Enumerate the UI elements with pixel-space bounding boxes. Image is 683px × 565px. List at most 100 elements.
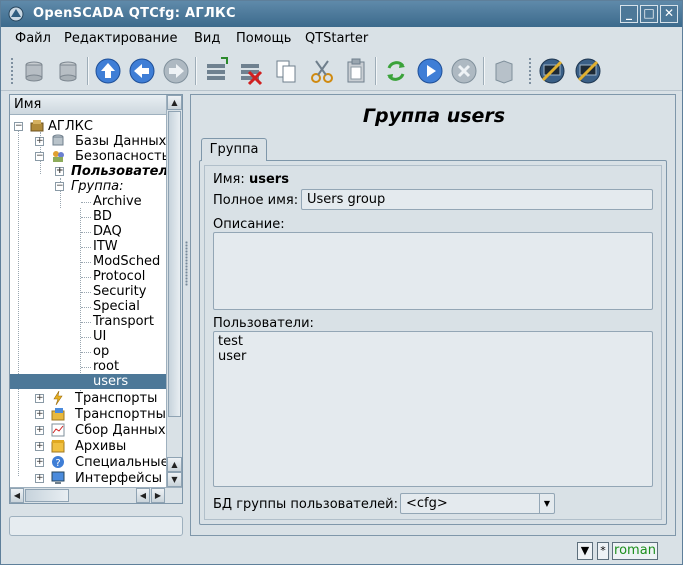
tree-node-label: Сбор Данных	[75, 423, 166, 438]
expand-icon[interactable]: +	[35, 458, 44, 467]
tree-node-group[interactable]: op	[93, 344, 109, 359]
tree-body: − АГЛКС + Базы Данных − Безопасность + П…	[10, 116, 166, 488]
delete-item-icon[interactable]	[235, 56, 265, 86]
station-icon	[30, 120, 44, 132]
tree-column-header[interactable]: Имя	[10, 95, 166, 115]
menu-view[interactable]: Вид	[194, 31, 220, 46]
collapse-icon[interactable]: −	[14, 122, 23, 131]
tree-node-group[interactable]: root	[93, 359, 119, 374]
vision-tool-icon[interactable]	[537, 56, 567, 86]
tree-guide	[81, 277, 91, 278]
tree-guide	[81, 202, 91, 203]
add-item-icon[interactable]	[201, 56, 231, 86]
tree-node-label: Группа:	[71, 179, 124, 194]
paste-icon[interactable]	[341, 56, 371, 86]
fullname-label: Полное имя:	[213, 193, 299, 208]
status-modified-indicator[interactable]: *	[597, 542, 609, 560]
tree-node-group[interactable]: Security	[93, 284, 146, 299]
expand-icon[interactable]: +	[35, 394, 44, 403]
db-save-icon[interactable]	[53, 56, 83, 86]
tree-vertical-scrollbar[interactable]: ▲ ▲ ▼	[166, 95, 182, 487]
lightning-icon	[53, 391, 63, 405]
tree-node-group[interactable]: BD	[93, 209, 112, 224]
cut-icon[interactable]	[307, 56, 337, 86]
status-message-field	[9, 516, 183, 536]
db-load-icon[interactable]	[19, 56, 49, 86]
copy-icon[interactable]	[271, 56, 301, 86]
scroll-left-button[interactable]: ◀	[10, 488, 24, 503]
toolbar-grip[interactable]	[10, 57, 14, 85]
tree-node-label: Специальные	[75, 455, 166, 470]
scroll-thumb[interactable]	[25, 489, 69, 502]
page-title: Группа users	[362, 105, 506, 127]
expand-icon[interactable]: +	[35, 426, 44, 435]
tree-guide	[81, 307, 91, 308]
description-textarea[interactable]	[213, 232, 653, 310]
tree-node-group[interactable]: Protocol	[93, 269, 145, 284]
panel-splitter[interactable]	[185, 241, 188, 286]
status-dropdown-icon[interactable]: ▼	[577, 542, 593, 560]
vision-edit-icon[interactable]	[573, 56, 603, 86]
expand-icon[interactable]: +	[35, 474, 44, 483]
scroll-up-button[interactable]: ▲	[167, 95, 182, 110]
tree-node-group-selected[interactable]: users	[10, 374, 166, 389]
description-label: Описание:	[213, 217, 285, 232]
db-select[interactable]: <cfg> ▼	[400, 493, 555, 514]
scroll-thumb[interactable]	[168, 111, 181, 417]
collapse-icon[interactable]: −	[35, 152, 44, 161]
toolbar-grip[interactable]	[528, 57, 532, 85]
scroll-up-button[interactable]: ▲	[167, 457, 182, 472]
tree-guide	[81, 337, 91, 338]
db-select-value: <cfg>	[406, 496, 448, 511]
tree-node-group[interactable]: UI	[93, 329, 106, 344]
tree-node-group[interactable]: Archive	[93, 194, 142, 209]
up-arrow-icon[interactable]	[93, 56, 123, 86]
list-item[interactable]: test	[218, 334, 648, 349]
toolbar-separator	[87, 57, 89, 85]
back-arrow-icon[interactable]	[127, 56, 157, 86]
tree-guide	[81, 247, 91, 248]
tree-guide	[80, 208, 81, 391]
expand-icon[interactable]: +	[55, 167, 64, 176]
maximize-button[interactable]: □	[640, 5, 658, 23]
navigation-tree[interactable]: Имя − АГЛКС + Базы Данных − Безопасность	[9, 94, 183, 504]
current-user-indicator[interactable]: roman	[612, 542, 658, 560]
tab-panel: Имя: users Полное имя: Users group Описа…	[199, 160, 667, 525]
close-button[interactable]: ✕	[660, 5, 678, 23]
help-book-icon[interactable]	[489, 56, 519, 86]
tree-node-label: Транспортны	[75, 407, 166, 422]
scroll-down-button[interactable]: ▼	[167, 472, 182, 487]
scroll-left-button[interactable]: ◀	[136, 488, 150, 503]
tree-node-label: Безопасность	[75, 149, 166, 164]
tree-horizontal-scrollbar[interactable]: ◀ ◀ ▶	[10, 487, 182, 503]
refresh-icon[interactable]	[381, 56, 411, 86]
minimize-button[interactable]: _	[620, 5, 638, 23]
tree-node-group[interactable]: ModSched	[93, 254, 160, 269]
tree-node-group[interactable]: Special	[93, 299, 140, 314]
menu-help[interactable]: Помощь	[236, 31, 291, 46]
tab-group[interactable]: Группа	[201, 138, 267, 161]
menu-bar: Файл Редактирование Вид Помощь QTStarter	[1, 28, 682, 50]
users-list[interactable]: test user	[213, 331, 653, 487]
scroll-right-button[interactable]: ▶	[151, 488, 165, 503]
tree-node-group[interactable]: DAQ	[93, 224, 122, 239]
menu-qtstarter[interactable]: QTStarter	[305, 31, 368, 46]
stop-icon[interactable]	[449, 56, 479, 86]
tree-node-group[interactable]: ITW	[93, 239, 118, 254]
openscada-app-icon[interactable]	[7, 5, 25, 23]
fullname-field[interactable]: Users group	[301, 189, 653, 210]
forward-arrow-icon[interactable]	[161, 56, 191, 86]
expand-icon[interactable]: +	[35, 137, 44, 146]
list-item[interactable]: user	[218, 349, 648, 364]
collapse-icon[interactable]: −	[55, 182, 64, 191]
tree-node-group[interactable]: Transport	[93, 314, 154, 329]
expand-icon[interactable]: +	[35, 410, 44, 419]
start-icon[interactable]	[415, 56, 445, 86]
menu-file[interactable]: Файл	[15, 31, 51, 46]
expand-icon[interactable]: +	[35, 442, 44, 451]
menu-edit[interactable]: Редактирование	[64, 31, 177, 46]
tree-guide	[81, 367, 91, 368]
chevron-down-icon[interactable]: ▼	[539, 494, 554, 513]
toolbar-separator	[195, 57, 197, 85]
toolbar-separator	[375, 57, 377, 85]
